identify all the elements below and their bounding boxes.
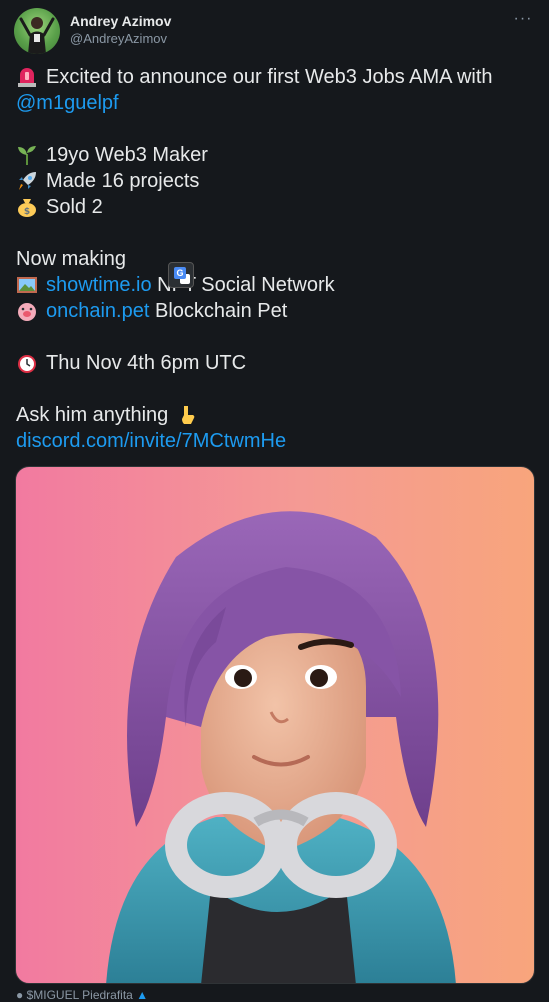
maker-text: 19yo Web3 Maker	[46, 144, 208, 166]
pig-face-icon	[16, 300, 38, 322]
framed-picture-icon	[16, 274, 38, 296]
more-options-icon[interactable]: ···	[511, 10, 535, 28]
3d-avatar-image	[106, 511, 456, 983]
svg-text:$: $	[24, 207, 30, 217]
onchain-desc: Blockchain Pet	[154, 300, 288, 322]
announce-text: Excited to announce our first Web3 Jobs …	[46, 66, 493, 88]
translate-icon[interactable]: G	[168, 262, 194, 288]
tweet-line-ask: Ask him anything	[16, 402, 536, 428]
onchain-link[interactable]: onchain.pet	[46, 298, 149, 324]
tweet-text: Excited to announce our first Web3 Jobs …	[16, 64, 536, 454]
tweet-header: Andrey Azimov @AndreyAzimov ···	[14, 8, 535, 54]
rocket-icon	[16, 170, 38, 192]
money-bag-icon: $	[16, 196, 38, 218]
alarm-clock-icon	[16, 352, 38, 374]
tweet-line-showtime: showtime.io NFT Social Network	[16, 272, 536, 298]
translate-icon-front: G	[174, 267, 186, 279]
tweet-line-announce: Excited to announce our first Web3 Jobs …	[16, 64, 536, 90]
now-making-text: Now making	[16, 248, 127, 270]
date-text: Thu Nov 4th 6pm UTC	[46, 352, 247, 374]
author-display-name[interactable]: Andrey Azimov	[70, 12, 171, 30]
sold-text: Sold 2	[46, 196, 103, 218]
tweet-line-projects: Made 16 projects	[16, 168, 536, 194]
tweet-line-onchain: onchain.pet Blockchain Pet	[16, 298, 536, 324]
pointing-down-icon	[176, 404, 198, 426]
seedling-icon	[16, 144, 38, 166]
discord-link[interactable]: discord.com/invite/7MCtwmHe	[16, 428, 286, 454]
tweet-line-now-making: Now making	[16, 246, 536, 272]
projects-text: Made 16 projects	[46, 170, 200, 192]
tweet-media-image[interactable]	[15, 466, 535, 984]
tweet-line-maker: 19yo Web3 Maker	[16, 142, 536, 168]
tweet-line-sold: $ Sold 2	[16, 194, 536, 220]
author-names: Andrey Azimov @AndreyAzimov	[70, 12, 171, 48]
tweet-line-date: Thu Nov 4th 6pm UTC	[16, 350, 536, 376]
tweet-line-mention: @m1guelpf	[16, 90, 536, 116]
tweet-line-discord: discord.com/invite/7MCtwmHe	[16, 428, 536, 454]
author-avatar[interactable]	[14, 8, 60, 54]
showtime-link[interactable]: showtime.io	[46, 272, 152, 298]
rotating-light-icon	[16, 66, 38, 88]
author-handle[interactable]: @AndreyAzimov	[70, 30, 171, 48]
avatar-photo-icon	[19, 17, 55, 54]
ask-text: Ask him anything	[16, 404, 169, 426]
mention-link[interactable]: @m1guelpf	[16, 90, 119, 116]
